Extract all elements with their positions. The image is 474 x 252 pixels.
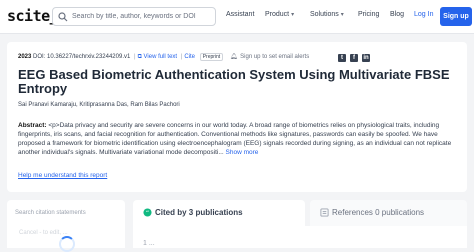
twitter-icon[interactable]: t (338, 54, 346, 62)
email-alerts-link[interactable]: Sign up to set email alerts (240, 54, 309, 60)
search-input[interactable] (72, 9, 212, 24)
tab-references[interactable]: References 0 publications (310, 200, 467, 226)
nav-product[interactable]: Product ▾ (265, 11, 294, 18)
preprint-badge: Preprint (199, 53, 224, 61)
nav-solutions[interactable]: Solutions ▾ (310, 11, 344, 18)
citation-search-input[interactable]: Search citation statements (15, 210, 86, 216)
chevron-down-icon: ▾ (340, 12, 344, 18)
show-more-link[interactable]: Show more (226, 149, 259, 156)
nav-product-label: Product (265, 11, 290, 18)
ghost-text: Cancel - to edit, ... (19, 230, 68, 236)
quote-icon: “ (143, 208, 152, 217)
paper-card: 2023 DOI: 10.36227/techrxiv.23244209.v1 … (7, 42, 467, 192)
view-full-text-link[interactable]: View full text (144, 54, 178, 60)
paper-abstract: Abstract: <p>Data privacy and security a… (18, 121, 458, 157)
nav-solutions-label: Solutions (310, 11, 339, 18)
citations-list: 1 ... (133, 226, 467, 248)
abstract-label: Abstract: (18, 122, 47, 129)
linkedin-icon[interactable]: in (362, 54, 370, 62)
scite-logo[interactable]: scite_ (7, 7, 59, 25)
loading-spinner-icon (59, 236, 75, 252)
signup-button[interactable]: Sign up (440, 7, 472, 26)
tab-cited-by[interactable]: “ Cited by 3 publications (133, 200, 305, 226)
bell-icon: 🔔︎ (229, 54, 238, 60)
paper-authors: Sai Pranavi Kamaraju, Kritiprasanna Das,… (18, 102, 180, 108)
nav-pricing[interactable]: Pricing (358, 11, 379, 18)
nav-blog[interactable]: Blog (390, 11, 404, 18)
svg-text:“: “ (146, 210, 149, 217)
paper-meta: 2023 DOI: 10.36227/techrxiv.23244209.v1 … (18, 53, 310, 61)
external-link-icon: ⧉ (137, 54, 142, 60)
top-nav-bar: scite_ Assistant Product▾ Solutions▾ Pri… (0, 0, 474, 34)
citation-search-panel: Search citation statements Cancel - to e… (7, 200, 125, 252)
help-understand-link[interactable]: Help me understand this report (18, 172, 107, 179)
paper-title: EEG Based Biometric Authentication Syste… (18, 67, 450, 96)
tab-references-label: References 0 publications (332, 208, 425, 217)
nav-assistant[interactable]: Assistant (226, 11, 254, 18)
paper-doi: DOI: 10.36227/techrxiv.23244209.v1 (33, 54, 131, 60)
chevron-down-icon: ▾ (291, 12, 295, 18)
facebook-icon[interactable]: f (350, 54, 358, 62)
references-icon (320, 208, 329, 217)
search-icon (58, 12, 68, 22)
login-link[interactable]: Log In (414, 11, 433, 18)
search-box[interactable] (52, 7, 216, 26)
list-item: 1 ... (143, 240, 155, 247)
cite-link[interactable]: Cite (184, 54, 195, 60)
paper-year: 2023 (18, 54, 32, 60)
tab-cited-by-label: Cited by 3 publications (155, 208, 243, 217)
